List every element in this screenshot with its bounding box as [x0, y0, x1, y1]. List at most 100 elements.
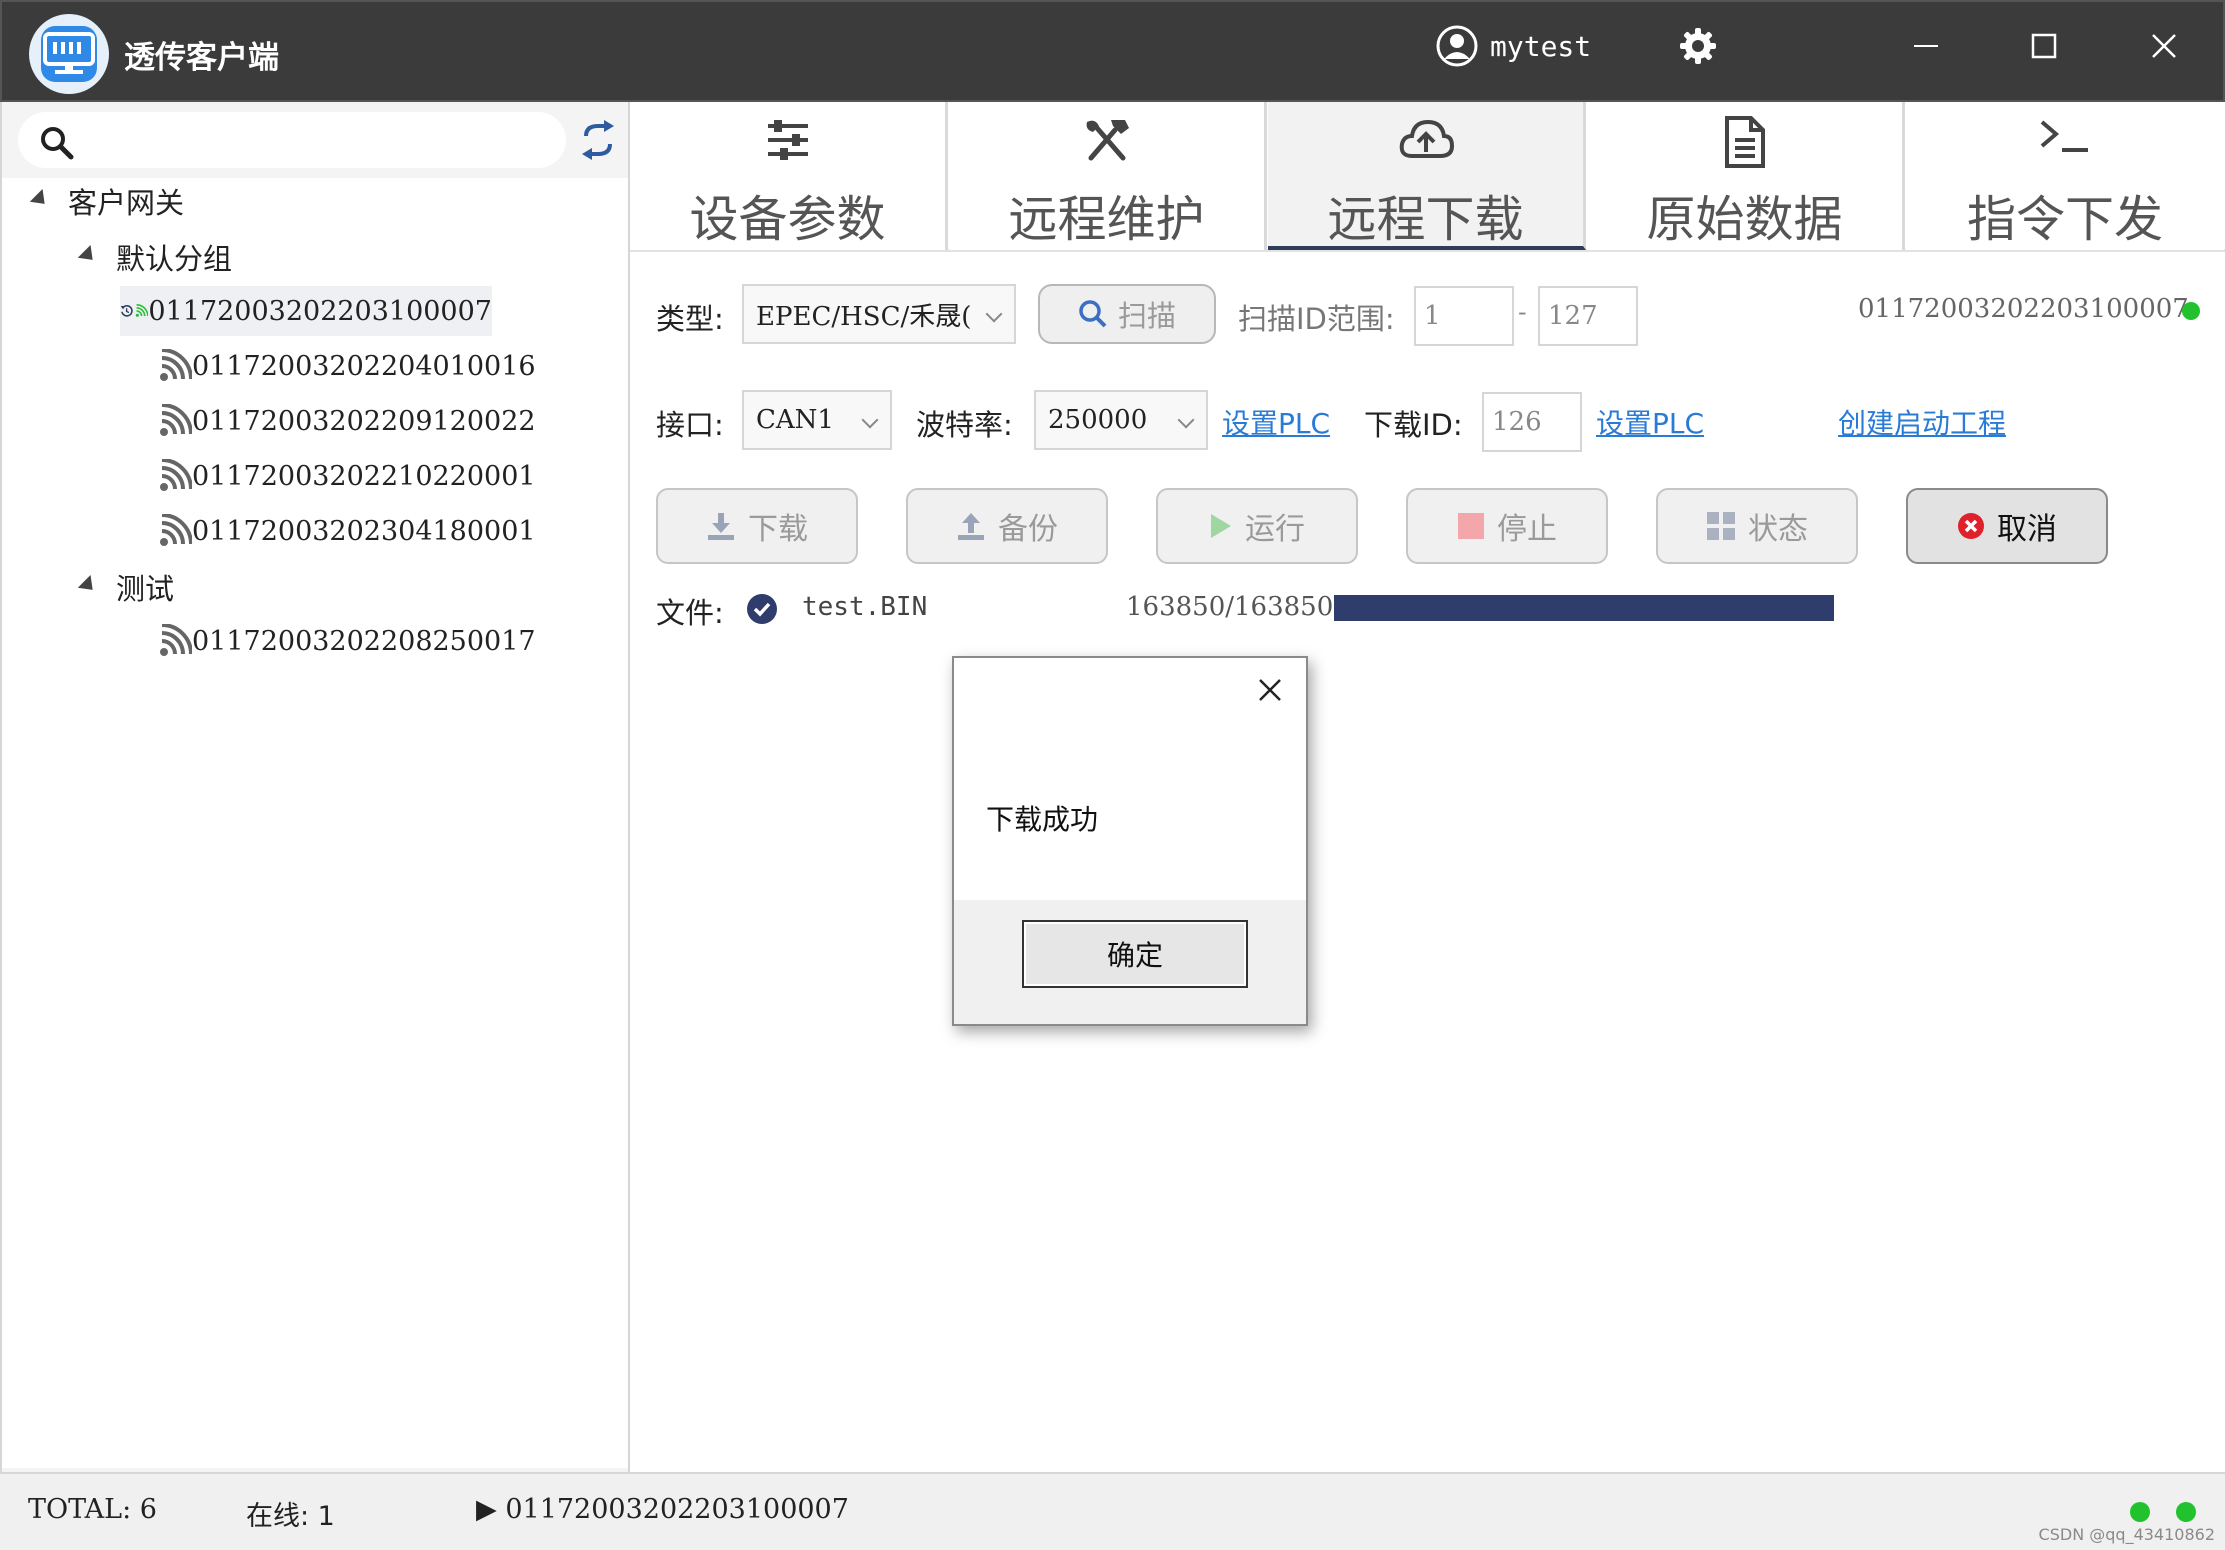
online-indicator — [2182, 302, 2200, 320]
status-bar: TOTAL: 6 在线: 1 ▶ 01172003202203100007 CS… — [0, 1472, 2225, 1550]
port-select-value: CAN1 — [756, 405, 834, 435]
cancel-circle-icon — [1958, 513, 1984, 539]
type-select[interactable]: EPEC/HSC/禾晟( — [742, 284, 1016, 344]
signal-offline-icon — [160, 459, 192, 491]
tab-remote-maintenance[interactable]: 远程维护 — [949, 102, 1267, 250]
device-id: 01172003202210220001 — [192, 460, 536, 492]
download-id-label: 下载ID: — [1364, 408, 1463, 442]
device-item[interactable]: 01172003202203100007 — [120, 286, 492, 336]
tab-label: 设备参数 — [689, 191, 886, 248]
scan-to-input[interactable]: 127 — [1538, 286, 1638, 346]
tree-node-group[interactable]: 默认分组 — [77, 232, 233, 282]
create-startup-project-link[interactable]: 创建启动工程 — [1838, 402, 2006, 442]
type-label: 类型: — [656, 302, 724, 336]
status-button[interactable]: 状态 — [1656, 488, 1858, 564]
close-icon — [2152, 34, 2176, 58]
cancel-button[interactable]: 取消 — [1906, 488, 2108, 564]
device-item[interactable]: 01172003202304180001 — [158, 506, 536, 556]
gear-icon[interactable] — [1678, 26, 1718, 66]
refresh-icon[interactable] — [580, 120, 616, 160]
tree-node-label: 测试 — [116, 572, 175, 606]
device-item[interactable]: 01172003202208250017 — [158, 616, 536, 666]
user-icon — [1436, 25, 1478, 67]
dialog-footer: 确定 — [954, 900, 1306, 1024]
signal-offline-icon — [160, 624, 192, 656]
current-device: ▶ 01172003202203100007 — [476, 1494, 849, 1525]
tree-node-label: 默认分组 — [116, 242, 233, 276]
status-label: 状态 — [1748, 512, 1808, 547]
upload-icon — [958, 513, 984, 540]
close-window-button[interactable] — [2136, 22, 2192, 70]
tab-raw-data[interactable]: 原始数据 — [1587, 102, 1905, 250]
baud-label: 波特率: — [916, 408, 1013, 442]
chevron-down-icon — [985, 305, 1003, 323]
dialog-message: 下载成功 — [986, 803, 1099, 836]
collapse-triangle-icon[interactable] — [29, 188, 52, 211]
stop-button[interactable]: 停止 — [1406, 488, 1608, 564]
document-icon — [1724, 116, 1765, 168]
close-icon[interactable] — [1258, 678, 1282, 702]
terminal-icon — [2040, 120, 2088, 152]
user-name: mytest — [1490, 29, 1592, 63]
signal-offline-icon — [160, 404, 192, 436]
user-account[interactable]: mytest — [1436, 24, 1591, 68]
progress-bar — [1334, 595, 1834, 621]
maximize-button[interactable] — [2016, 22, 2072, 70]
device-id: 01172003202304180001 — [192, 515, 536, 547]
device-id: 01172003202204010016 — [192, 350, 536, 382]
tab-bar: 设备参数 远程维护 远程下载 原始数据 指令下发 — [630, 102, 2225, 252]
scan-button[interactable]: 扫描 — [1038, 284, 1216, 344]
tree-node-group[interactable]: 测试 — [77, 562, 175, 612]
baud-select[interactable]: 250000 — [1034, 390, 1208, 450]
sliders-icon — [767, 120, 808, 160]
device-id: 01172003202208250017 — [192, 625, 536, 657]
success-dialog: 下载成功 确定 — [952, 656, 1308, 1026]
tab-command[interactable]: 指令下发 — [1906, 102, 2224, 250]
app-title: 透传客户端 — [124, 40, 279, 76]
ok-button[interactable]: 确定 — [1022, 920, 1248, 988]
tab-device-params[interactable]: 设备参数 — [630, 102, 948, 250]
download-button[interactable]: 下载 — [656, 488, 858, 564]
stop-label: 停止 — [1497, 512, 1557, 547]
collapse-triangle-icon[interactable] — [77, 574, 100, 597]
device-id: 01172003202209120022 — [192, 405, 536, 437]
play-icon — [1211, 514, 1231, 538]
port-label: 接口: — [656, 408, 724, 442]
grid-icon — [1707, 512, 1735, 540]
tab-remote-download[interactable]: 远程下载 — [1268, 102, 1586, 250]
minimize-icon — [1914, 45, 1938, 47]
tree-node-root[interactable]: 客户网关 — [29, 176, 185, 226]
device-item[interactable]: 01172003202210220001 — [158, 451, 536, 501]
run-button[interactable]: 运行 — [1156, 488, 1358, 564]
download-label: 下载 — [748, 512, 808, 547]
stop-icon — [1458, 513, 1484, 539]
check-circle-icon — [747, 594, 777, 624]
cancel-label: 取消 — [1997, 512, 2057, 547]
connection-indicator-2 — [2176, 1502, 2196, 1522]
download-panel: 类型: EPEC/HSC/禾晟( 扫描 扫描ID范围: 1 - 127 0117… — [630, 252, 2225, 1472]
file-name: test.BIN — [802, 592, 928, 622]
range-separator: - — [1518, 298, 1527, 326]
set-plc-link-2[interactable]: 设置PLC — [1596, 402, 1704, 442]
device-tree: 客户网关 默认分组 01172003202203100007 011720032… — [2, 178, 628, 1468]
download-id-input[interactable]: 126 — [1482, 392, 1582, 452]
connection-indicator-1 — [2130, 1502, 2150, 1522]
signal-online-icon — [135, 304, 149, 317]
backup-label: 备份 — [998, 512, 1058, 547]
set-plc-link[interactable]: 设置PLC — [1222, 402, 1330, 442]
backup-button[interactable]: 备份 — [906, 488, 1108, 564]
collapse-triangle-icon[interactable] — [77, 244, 100, 267]
device-item[interactable]: 01172003202209120022 — [158, 396, 536, 446]
cloud-upload-icon — [1399, 119, 1454, 158]
scan-range-label: 扫描ID范围: — [1238, 302, 1395, 336]
scan-from-input[interactable]: 1 — [1414, 286, 1514, 346]
scan-label: 扫描 — [1117, 299, 1176, 333]
minimize-button[interactable] — [1898, 22, 1954, 70]
tab-label: 指令下发 — [1966, 191, 2163, 248]
device-item[interactable]: 01172003202204010016 — [158, 341, 536, 391]
device-sidebar: 客户网关 默认分组 01172003202203100007 011720032… — [0, 102, 630, 1472]
search-input[interactable] — [88, 120, 548, 160]
current-device-id: 01172003202203100007 — [1858, 294, 2189, 324]
tree-node-label: 客户网关 — [68, 186, 185, 220]
port-select[interactable]: CAN1 — [742, 390, 892, 450]
